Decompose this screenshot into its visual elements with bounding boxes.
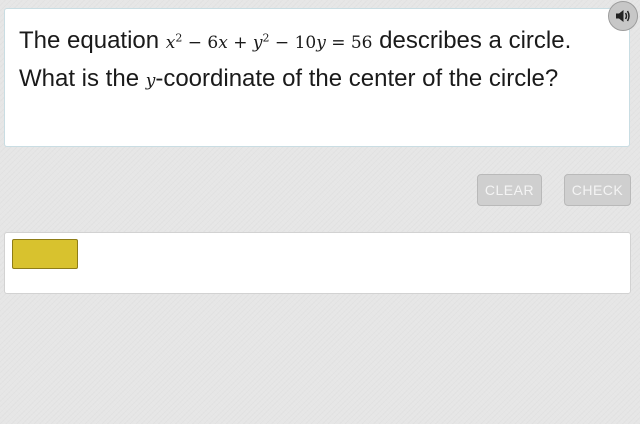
question-end: -coordinate of the center of the circle? xyxy=(155,65,559,92)
equation-equals-56: = 56 xyxy=(325,33,373,53)
variable-y: y xyxy=(145,71,156,91)
check-button[interactable]: CHECK xyxy=(564,174,631,206)
equation: x2 − 6x + y2 − 10y = 56 xyxy=(165,31,373,53)
question-card: The equation x2 − 6x + y2 − 10y = 56 des… xyxy=(4,8,630,147)
equation-var-y2: y xyxy=(316,33,326,53)
equation-term-10: − 10 xyxy=(269,33,317,53)
equation-var-x2: x xyxy=(218,33,228,53)
equation-var-x: x xyxy=(165,33,176,53)
answer-panel xyxy=(4,232,631,294)
clear-button[interactable]: CLEAR xyxy=(477,174,542,206)
equation-var-y: y xyxy=(252,33,263,53)
audio-button[interactable] xyxy=(608,1,638,31)
speaker-icon xyxy=(616,10,630,22)
equation-exp-2: 2 xyxy=(262,31,270,45)
question-intro: The equation xyxy=(19,27,166,54)
equation-plus: + xyxy=(227,33,253,53)
question-text: The equation x2 − 6x + y2 − 10y = 56 des… xyxy=(19,23,619,99)
equation-term-6: − 6 xyxy=(182,33,219,53)
answer-input[interactable] xyxy=(12,239,78,269)
